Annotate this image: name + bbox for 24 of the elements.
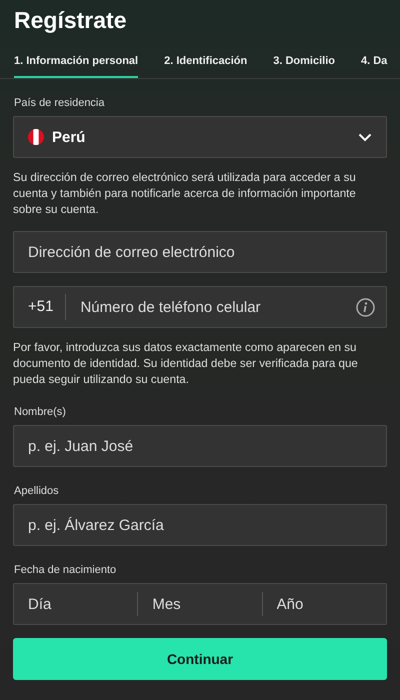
date-part-field[interactable]: Año: [262, 583, 387, 625]
phone-field[interactable]: +51 Número de teléfono celular: [13, 286, 387, 328]
flag-icon: [28, 129, 44, 145]
chevron-down-icon: [358, 132, 372, 142]
info-icon[interactable]: [356, 298, 375, 316]
field-label: Apellidos: [14, 485, 60, 497]
step-tab[interactable]: 3. Domicilio: [273, 49, 335, 78]
continue-button[interactable]: Continuar: [13, 638, 387, 680]
email-field[interactable]: Dirección de correo electrónico: [13, 231, 387, 273]
field-label: Fecha de nacimiento: [14, 564, 118, 576]
info-text: Su dirección de correo electrónico será utilizada para acceder a su cuenta y también para notificarle acerca de información importante sobre su cuenta.: [13, 170, 357, 218]
field-label: País de residencia: [14, 97, 106, 109]
step-tab[interactable]: 4. Da: [360, 49, 388, 78]
country-select[interactable]: Perú: [13, 116, 387, 158]
step-tab[interactable]: 2. Identificación: [164, 49, 248, 78]
step-tab[interactable]: 1. Información personal: [14, 49, 138, 78]
page-title: Regístrate: [13, 6, 128, 35]
last-name-field[interactable]: p. ej. Álvarez García: [13, 504, 387, 546]
info-text: Por favor, introduzca sus datos exactamente como aparecen en su documento de identidad. Su identidad debe ser verificada para que pueda seguir utilizando su cuenta.: [13, 340, 359, 388]
country-code[interactable]: +51: [14, 294, 66, 320]
date-part-field[interactable]: Mes: [138, 583, 262, 625]
first-name-field[interactable]: p. ej. Juan José: [13, 425, 387, 467]
date-part-field[interactable]: Día: [13, 583, 138, 625]
field-label: Nombre(s): [14, 406, 67, 418]
